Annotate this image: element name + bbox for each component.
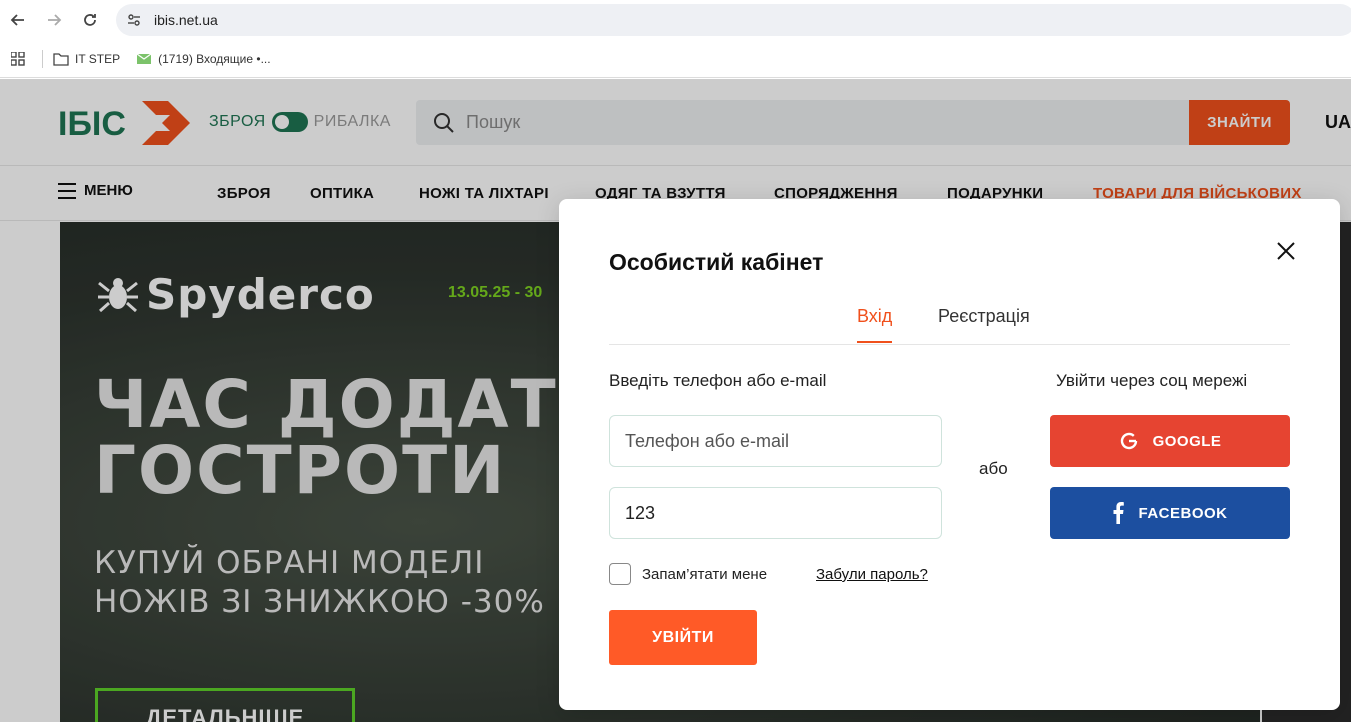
remember-checkbox[interactable] <box>609 563 631 585</box>
forward-arrow-icon <box>48 14 62 26</box>
or-separator: або <box>979 459 1008 478</box>
bookmark-inbox[interactable]: (1719) Входящие •... <box>136 51 271 66</box>
facebook-label: FACEBOOK <box>1138 504 1228 522</box>
google-login-button[interactable]: GOOGLE <box>1050 415 1290 467</box>
social-login-label: Увійти через соц мережі <box>1056 371 1248 390</box>
login-modal: Особистий кабінет Вхід Реєстрація Введіт… <box>559 199 1340 710</box>
facebook-icon <box>1113 502 1125 524</box>
reload-icon <box>84 14 96 26</box>
browser-toolbar: ibis.net.ua <box>0 0 1351 40</box>
bookmark-label: IT STEP <box>75 51 121 66</box>
bookmarks-divider <box>42 49 43 68</box>
forward-button[interactable] <box>36 2 72 38</box>
address-bar[interactable]: ibis.net.ua <box>116 4 1351 36</box>
remember-label[interactable]: Запам’ятати мене <box>642 566 767 583</box>
password-field[interactable] <box>609 487 942 539</box>
back-arrow-icon <box>10 14 24 26</box>
auth-tabs: Вхід Реєстрація <box>609 303 1290 345</box>
close-icon[interactable] <box>1274 239 1298 263</box>
facebook-login-button[interactable]: FACEBOOK <box>1050 487 1290 539</box>
bookmarks-bar: IT STEP (1719) Входящие •... <box>0 40 1351 78</box>
site-settings-icon[interactable] <box>120 6 148 34</box>
mail-icon <box>136 53 152 64</box>
tab-register[interactable]: Реєстрація <box>938 306 1030 341</box>
bookmark-label: (1719) Входящие •... <box>158 51 271 66</box>
url-text: ibis.net.ua <box>154 12 218 28</box>
phone-email-field[interactable] <box>609 415 942 467</box>
google-label: GOOGLE <box>1152 432 1222 450</box>
forgot-password-link[interactable]: Забули пароль? <box>816 566 928 583</box>
modal-title: Особистий кабінет <box>609 249 824 275</box>
reload-button[interactable] <box>72 2 108 38</box>
back-button[interactable] <box>0 2 36 38</box>
folder-icon <box>53 52 69 66</box>
remember-me[interactable]: Запам’ятати мене <box>609 563 767 585</box>
login-form-label: Введіть телефон або e-mail <box>609 371 827 390</box>
bookmark-it-step[interactable]: IT STEP <box>53 52 120 66</box>
apps-grid-icon[interactable] <box>2 43 34 75</box>
login-submit-button[interactable]: УВІЙТИ <box>609 610 757 665</box>
google-icon <box>1120 432 1137 450</box>
tab-login[interactable]: Вхід <box>857 306 893 343</box>
